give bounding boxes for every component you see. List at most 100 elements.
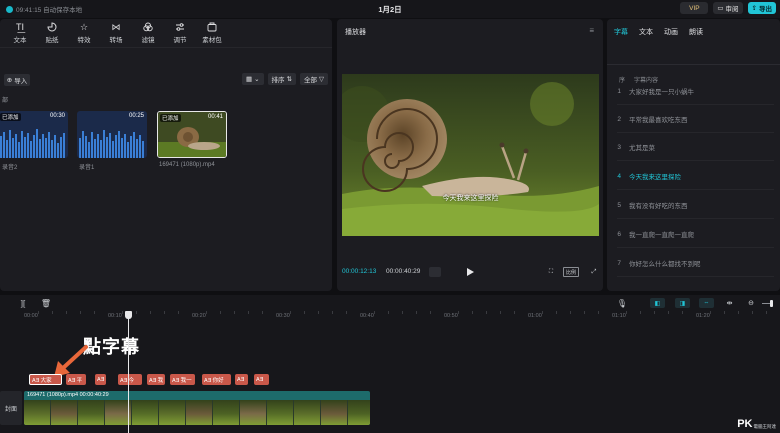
clip-duration: 00:41 xyxy=(207,114,223,120)
review-button[interactable]: ▭ 审阅 xyxy=(713,2,743,14)
ruler-tick xyxy=(570,311,571,314)
subtitle-row-number: 3 xyxy=(617,143,621,151)
subtitle-clip[interactable]: A∃ xyxy=(235,374,248,385)
ruler-tick xyxy=(66,311,67,314)
ruler-label: 00:50 xyxy=(444,313,458,319)
ruler-label: 00:00 xyxy=(24,313,38,319)
tool-pack[interactable]: 素材包 xyxy=(196,19,228,47)
export-label: 导出 xyxy=(759,6,772,13)
ruler-tick xyxy=(38,311,39,314)
subtitle-row-text: 平常我最喜欢吃东西 xyxy=(629,117,688,124)
media-clip-audio-1[interactable]: 00:25 xyxy=(77,111,147,158)
delete-icon[interactable]: 🗑 xyxy=(41,298,51,308)
playhead[interactable] xyxy=(125,311,132,433)
tool-adjust[interactable]: 调节 xyxy=(164,19,196,47)
subtitle-row[interactable]: 2 平常我最喜欢吃东西 xyxy=(607,105,780,133)
menu-icon[interactable]: ≡ xyxy=(589,26,594,35)
ruler-tick xyxy=(332,311,333,314)
tool-transition[interactable]: ⋈ 转场 xyxy=(100,19,132,47)
ruler-tick xyxy=(374,311,375,314)
playhead-handle[interactable] xyxy=(125,311,132,319)
ruler-tick xyxy=(290,311,291,314)
subtitle-row-number: 5 xyxy=(617,201,621,209)
film-frame xyxy=(159,400,186,425)
vip-label: VIP xyxy=(689,4,700,12)
subtitle-row-text: 尤其是菜 xyxy=(629,145,655,152)
subtitle-clip[interactable]: A∃ xyxy=(95,374,106,385)
fit-icon[interactable]: ⛶ xyxy=(546,267,556,277)
timeline-toolbar: ][ 🗑 🎙 ◧ ◨ ⇔ ⇹ ⊖ xyxy=(0,295,780,311)
pack-icon xyxy=(207,22,217,32)
subtitle-clip[interactable]: A∃ 今 xyxy=(118,374,142,385)
filter-button[interactable]: 全部 ▽ xyxy=(300,73,328,85)
ruler-tick xyxy=(626,311,627,314)
player-controls: 00:00:12:13 00:00:40:29 ⛶ 比例 ⤢ xyxy=(337,265,603,279)
magnet-icon[interactable]: ◨ xyxy=(675,298,690,308)
import-icon: ⊕ xyxy=(6,77,13,84)
ruler-tick xyxy=(598,311,599,314)
media-clip-audio-2[interactable]: 已添加 00:30 xyxy=(0,111,68,158)
ruler-label: 00:30 xyxy=(276,313,290,319)
zoom-out-icon[interactable]: ⊖ xyxy=(747,298,755,308)
subtitle-row[interactable]: 6 我一直爬一直爬一直爬 xyxy=(607,220,780,248)
linkage-icon[interactable]: ⇔ xyxy=(699,298,714,308)
ratio-button[interactable]: 比例 xyxy=(563,267,579,277)
view-mode-button[interactable]: ▦ ⌄ xyxy=(241,73,264,85)
preview-axis-icon[interactable]: ⇹ xyxy=(723,298,736,308)
total-timecode: 00:00:40:29 xyxy=(386,268,421,275)
grid-toggle-icon[interactable] xyxy=(429,267,441,277)
toolbar-divider xyxy=(0,47,332,48)
ruler-tick xyxy=(346,311,347,314)
subtitle-clip[interactable]: A∃ 你好 xyxy=(202,374,231,385)
export-button[interactable]: ⇪ 导出 xyxy=(747,2,776,14)
subtitle-row[interactable]: 1 大家好我是一只小蜗牛 xyxy=(607,77,780,105)
ruler-tick xyxy=(724,311,725,314)
time-ruler[interactable]: 00:00 00:10 00:20 00:30 00:40 00:50 01:00 01:10… xyxy=(0,311,780,323)
ruler-tick xyxy=(752,311,753,314)
tab-subtitles[interactable]: 字幕 xyxy=(614,27,628,37)
media-clip-video[interactable]: 已添加 00:41 xyxy=(157,111,227,158)
zoom-slider[interactable] xyxy=(760,298,774,308)
funnel-icon: ▽ xyxy=(319,76,324,83)
subtitle-row-number: 7 xyxy=(617,259,621,267)
import-button[interactable]: ⊕ 导入 xyxy=(4,74,30,86)
tool-effects[interactable]: ☆ 特效 xyxy=(68,19,100,47)
subtitle-clip[interactable]: A∃ 我一 xyxy=(170,374,195,385)
subtitle-clip[interactable]: A∃ xyxy=(254,374,269,385)
subtitle-row-active[interactable]: 4 今天我来这里探险 xyxy=(607,162,780,190)
added-badge: 已添加 xyxy=(0,113,21,121)
subtitle-clip[interactable]: A∃ 大家 xyxy=(29,374,62,385)
watermark-brand: PK xyxy=(737,418,753,430)
sort-button[interactable]: 排序 ⇅ xyxy=(267,73,296,85)
text-icon: T͟I xyxy=(16,22,24,32)
subtitle-clip[interactable]: A∃ 我 xyxy=(147,374,165,385)
link-main-track-icon[interactable]: ◧ xyxy=(650,298,665,308)
tab-text[interactable]: 文本 xyxy=(639,27,653,37)
ruler-tick xyxy=(80,311,81,314)
subtitle-row[interactable]: 3 尤其是菜 xyxy=(607,133,780,161)
tool-filter[interactable]: 滤镜 xyxy=(132,19,164,47)
subtitle-row[interactable]: 7 你好怎么什么都找不到呢 xyxy=(607,249,780,277)
annotation-text: 點字幕 xyxy=(83,337,140,357)
video-track-clip[interactable]: 169471 (1080p).mp4 00:00:40:29 xyxy=(24,391,370,425)
tool-text[interactable]: T͟I 文本 xyxy=(4,19,36,47)
ruler-tick xyxy=(234,311,235,314)
section-label: 部 xyxy=(2,98,9,104)
split-icon[interactable]: ][ xyxy=(18,298,28,308)
play-icon[interactable] xyxy=(466,267,475,277)
fullscreen-icon[interactable]: ⤢ xyxy=(589,267,599,277)
tool-effects-label: 特效 xyxy=(77,37,91,44)
film-frame xyxy=(186,400,213,425)
added-badge: 已添加 xyxy=(160,114,181,122)
subtitle-row[interactable]: 5 我有没有好吃的东西 xyxy=(607,191,780,219)
ruler-tick xyxy=(430,311,431,314)
microphone-icon[interactable]: 🎙 xyxy=(617,298,627,308)
vip-button[interactable]: VIP xyxy=(680,2,709,14)
video-filmstrip xyxy=(24,400,370,425)
tab-animation[interactable]: 动画 xyxy=(664,27,678,37)
tool-sticker[interactable]: 贴纸 xyxy=(36,19,68,47)
tab-read-aloud[interactable]: 朗读 xyxy=(689,27,703,37)
video-preview[interactable]: 今天我来这里探险 xyxy=(342,74,599,236)
subtitle-clip[interactable]: A∃ 平 xyxy=(66,374,86,385)
cover-button[interactable]: 封面 xyxy=(0,391,22,425)
